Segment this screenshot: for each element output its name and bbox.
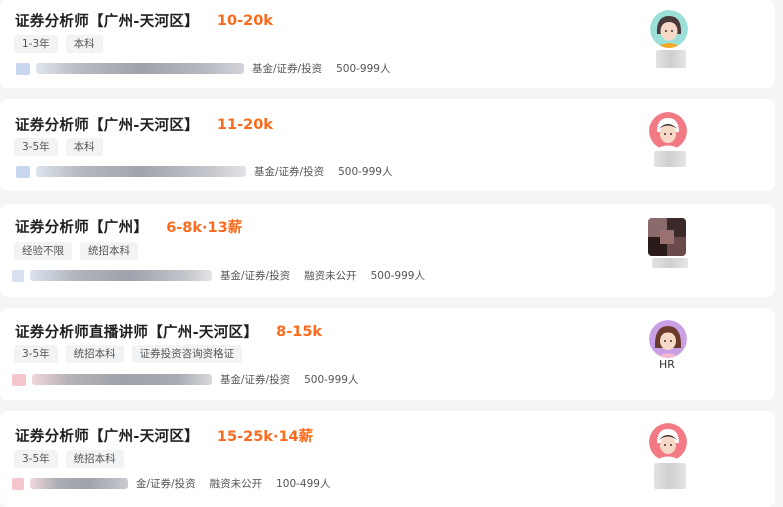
job-tags: 1-3年 本科	[14, 35, 103, 53]
company-name-blurred	[32, 374, 212, 385]
recruiter-name-blurred	[656, 50, 686, 68]
recruiter-avatar-icon[interactable]	[650, 10, 688, 48]
tag-experience: 3-5年	[14, 450, 58, 468]
job-title[interactable]: 证券分析师直播讲师【广州-天河区】	[15, 321, 258, 342]
tag-experience: 3-5年	[14, 138, 58, 156]
company-logo-icon	[12, 269, 24, 282]
job-salary: 6-8k·13薪	[166, 220, 243, 236]
company-size: 500-999人	[338, 166, 393, 178]
company-row[interactable]: 金/证券/投资 融资未公开 100-499人	[12, 476, 330, 491]
job-salary: 10-20k	[216, 12, 273, 29]
job-title[interactable]: 证券分析师【广州-天河区】	[15, 114, 199, 135]
job-title-row: 证券分析师【广州-天河区】 15-25k·14薪	[15, 425, 313, 446]
company-logo-icon	[12, 477, 24, 490]
company-size: 500-999人	[370, 270, 425, 282]
job-card[interactable]: 证券分析师【广州-天河区】 10-20k 1-3年 本科 基金/证券/投资 50…	[0, 0, 775, 88]
tag-certificate: 证券投资咨询资格证	[131, 345, 243, 363]
job-tags: 3-5年 本科	[14, 138, 103, 156]
recruiter-title: HR	[659, 358, 675, 371]
tag-education: 统招本科	[65, 450, 124, 468]
company-name-blurred	[30, 478, 128, 489]
company-industry: 基金/证券/投资	[220, 270, 291, 282]
job-title[interactable]: 证券分析师【广州】	[15, 216, 148, 237]
company-size: 500-999人	[304, 374, 359, 386]
company-name-blurred	[30, 270, 212, 281]
company-logo-icon	[16, 62, 30, 75]
company-row[interactable]: 基金/证券/投资 融资未公开 500-999人	[12, 268, 425, 283]
job-salary: 8-15k	[276, 323, 323, 340]
recruiter-name-blurred	[654, 463, 686, 489]
company-size: 500-999人	[336, 63, 391, 75]
recruiter-avatar-icon[interactable]	[649, 320, 687, 358]
tag-experience: 1-3年	[14, 35, 58, 53]
tag-education: 统招本科	[80, 242, 138, 260]
recruiter-name-blurred	[654, 151, 686, 167]
recruiter-avatar-icon[interactable]	[648, 218, 686, 256]
job-tags: 3-5年 统招本科 证券投资咨询资格证	[14, 345, 243, 363]
company-industry: 基金/证券/投资	[220, 374, 291, 386]
job-title[interactable]: 证券分析师【广州-天河区】	[15, 10, 199, 31]
company-name-blurred	[36, 166, 246, 177]
recruiter-avatar-icon[interactable]	[649, 423, 687, 461]
company-funding: 融资未公开	[304, 270, 357, 282]
job-title-row: 证券分析师【广州-天河区】 11-20k	[15, 114, 273, 135]
job-title-row: 证券分析师【广州】 6-8k·13薪	[15, 216, 242, 237]
job-title-row: 证券分析师直播讲师【广州-天河区】 8-15k	[15, 321, 322, 342]
tag-experience: 经验不限	[14, 242, 72, 260]
company-funding: 融资未公开	[209, 478, 263, 490]
job-title-row: 证券分析师【广州-天河区】 10-20k	[15, 10, 273, 31]
company-size: 100-499人	[276, 478, 331, 490]
tag-experience: 3-5年	[14, 345, 58, 363]
recruiter-avatar-icon[interactable]	[649, 112, 687, 150]
job-salary: 11-20k	[216, 116, 273, 133]
tag-education: 统招本科	[65, 345, 124, 363]
company-logo-icon	[12, 373, 26, 386]
job-card[interactable]: 证券分析师直播讲师【广州-天河区】 8-15k 3-5年 统招本科 证券投资咨询…	[0, 308, 775, 400]
tag-education: 本科	[65, 35, 103, 53]
job-title[interactable]: 证券分析师【广州-天河区】	[15, 425, 199, 446]
job-card[interactable]: 证券分析师【广州-天河区】 11-20k 3-5年 本科 基金/证券/投资 50…	[0, 99, 775, 191]
company-row[interactable]: 基金/证券/投资 500-999人	[16, 61, 390, 76]
company-industry: 金/证券/投资	[136, 478, 196, 490]
company-industry: 基金/证券/投资	[252, 63, 323, 75]
company-logo-icon	[16, 165, 30, 178]
job-card[interactable]: 证券分析师【广州】 6-8k·13薪 经验不限 统招本科 基金/证券/投资 融资…	[0, 204, 775, 297]
company-row[interactable]: 基金/证券/投资 500-999人	[12, 372, 358, 387]
job-tags: 经验不限 统招本科	[14, 242, 138, 260]
job-card[interactable]: 证券分析师【广州-天河区】 15-25k·14薪 3-5年 统招本科 金/证券/…	[0, 411, 775, 507]
recruiter-name-blurred	[652, 258, 688, 268]
tag-education: 本科	[65, 138, 103, 156]
company-industry: 基金/证券/投资	[254, 166, 325, 178]
company-name-blurred	[36, 63, 244, 74]
job-tags: 3-5年 统招本科	[14, 450, 124, 468]
company-row[interactable]: 基金/证券/投资 500-999人	[16, 164, 392, 179]
job-salary: 15-25k·14薪	[216, 429, 314, 445]
